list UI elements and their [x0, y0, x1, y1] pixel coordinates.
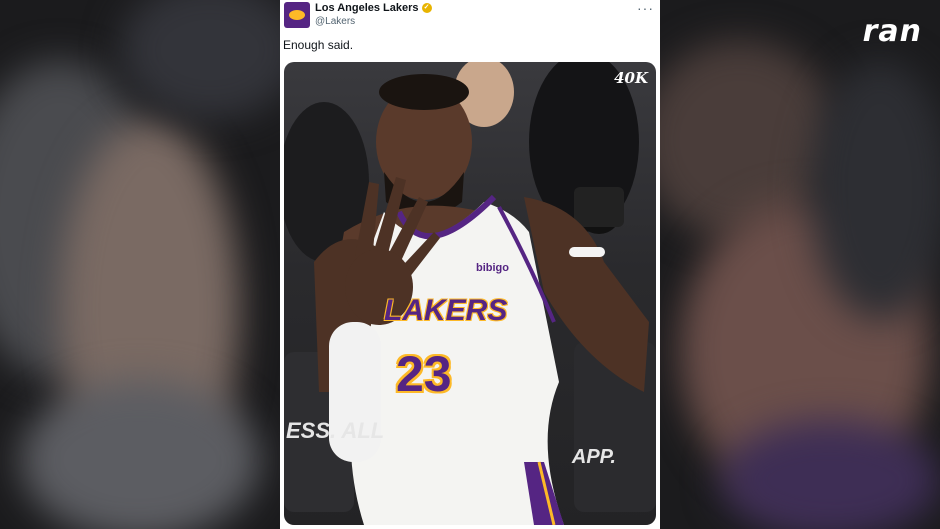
jersey-number: 23 — [396, 346, 452, 402]
tweet-text: Enough said. — [283, 38, 354, 52]
background-seat-text-left: ESS. ALL — [286, 418, 385, 443]
jersey-sponsor-logo: bibigo — [476, 262, 509, 274]
tweet-card: Los Angeles Lakers ✓ @Lakers ··· Enough s… — [280, 0, 660, 529]
blurred-background-left — [0, 0, 280, 529]
more-dots-icon[interactable]: ··· — [637, 0, 654, 16]
tweet-photo[interactable]: 40K bibigo LAKERS 23 ESS. ALL APP. — [284, 62, 656, 525]
account-handle[interactable]: @Lakers — [315, 16, 355, 27]
tweet-header: Los Angeles Lakers ✓ @Lakers ··· Enough s… — [280, 0, 660, 62]
brand-logo: ran — [862, 14, 922, 49]
account-avatar[interactable] — [284, 2, 310, 28]
jersey-team-name: LAKERS — [384, 294, 508, 327]
lakers-logo-icon — [289, 10, 305, 20]
account-name-row[interactable]: Los Angeles Lakers ✓ — [315, 2, 432, 14]
verified-badge-icon: ✓ — [421, 3, 432, 14]
follower-milestone-watermark: 40K — [614, 69, 648, 87]
background-seat-text-right: APP. — [571, 446, 616, 468]
blurred-background-right — [660, 0, 940, 529]
account-name[interactable]: Los Angeles Lakers — [315, 2, 419, 14]
